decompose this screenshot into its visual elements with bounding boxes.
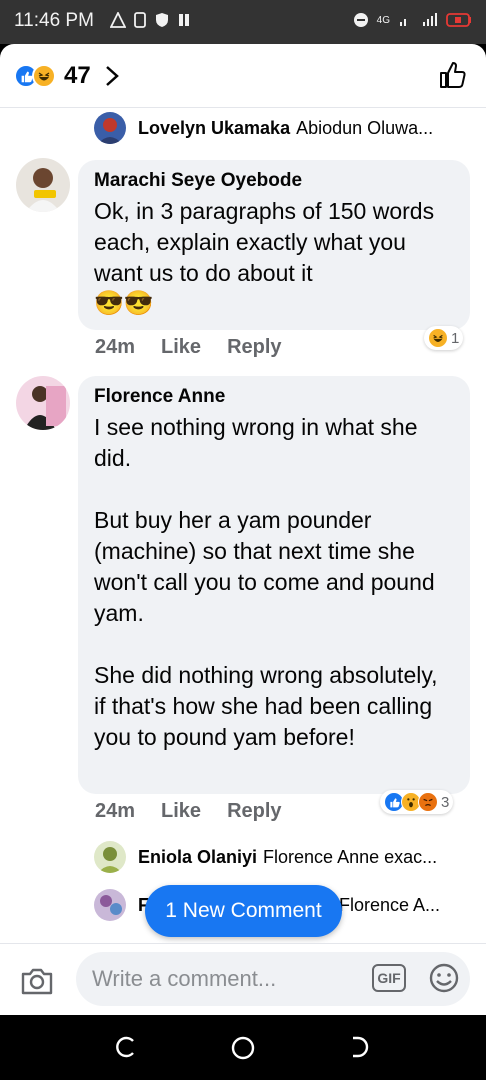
navigation-bar [0,1015,486,1080]
reply-author[interactable]: Lovelyn Ukamaka [138,118,290,139]
status-system-icons: 4G [353,12,472,28]
reply-snippet: Florence A... [339,894,441,915]
chevron-right-icon [105,66,119,86]
comments-sheet: 47 Lovelyn Ukamaka Abiodun Oluwa... Mara… [0,44,486,1015]
reply-button[interactable]: Reply [227,800,281,823]
avatar[interactable] [94,889,126,921]
emoji-icon[interactable] [428,962,460,994]
warning-icon [110,12,126,28]
reply-snippet: Abiodun Oluwa... [296,117,434,138]
reaction-count: 1 [451,329,460,347]
battery-low-icon [446,13,471,27]
haha-reaction-icon [32,64,56,88]
comment-reactions[interactable]: 3 [380,790,454,814]
reaction-summary[interactable]: 47 [14,62,119,90]
comment-emoji: 😎😎 [94,290,154,317]
like-button[interactable]: Like [161,800,201,823]
new-comment-button[interactable]: 1 New Comment [145,885,342,937]
comment-actions: 24m Like Reply [95,336,282,359]
shield-icon [156,13,168,27]
angry-reaction-icon [418,792,438,812]
status-notification-icons [110,12,192,28]
status-bar: 11:46 PM 4G [0,0,486,44]
status-time: 11:46 PM [14,10,94,31]
home-icon[interactable] [230,1035,256,1061]
comment-text: I see nothing wrong in what she did. But… [94,414,438,750]
reactions-header: 47 [0,44,486,108]
reaction-count: 47 [64,62,91,89]
reply-preview[interactable]: Eniola Olaniyi Florence Anne exac... [94,841,437,873]
avatar[interactable] [16,158,70,212]
comment-input[interactable]: Write a comment... GIF [76,952,470,1006]
like-button[interactable]: Like [161,336,201,359]
reply-button[interactable]: Reply [227,336,281,359]
sim-icon [134,12,146,28]
reply-author[interactable]: Eniola Olaniyi [138,847,257,868]
avatar[interactable] [16,376,70,430]
camera-icon[interactable] [20,966,54,996]
comment-composer: Write a comment... GIF [0,943,486,1015]
reply-snippet: Florence Anne exac... [263,846,438,867]
thumbs-up-outline-icon[interactable] [438,60,468,90]
comment-text: Ok, in 3 paragraphs of 150 words each, e… [94,198,435,286]
gif-button[interactable]: GIF [372,964,406,992]
comment-placeholder: Write a comment... [92,966,277,991]
pause-icon [179,14,189,26]
back-icon[interactable] [348,1035,372,1059]
comment-timestamp: 24m [95,800,136,822]
comment-bubble: Marachi Seye Oyebode Ok, in 3 paragraphs… [78,160,470,330]
avatar[interactable] [94,112,126,144]
reaction-count: 3 [441,793,450,811]
recents-icon[interactable] [114,1035,138,1059]
avatar[interactable] [94,841,126,873]
comment-bubble: Florence Anne I see nothing wrong in wha… [78,376,470,794]
dnd-icon [353,13,368,27]
haha-reaction-icon [428,328,448,348]
wifi-icon [400,19,406,26]
comment-timestamp: 24m [95,336,136,358]
comment-author[interactable]: Marachi Seye Oyebode [94,170,454,192]
reply-preview[interactable]: Lovelyn Ukamaka Abiodun Oluwa... [94,112,433,144]
comment-reactions[interactable]: 1 [424,326,464,350]
signal-icon [423,13,437,26]
comment-actions: 24m Like Reply [95,800,282,823]
network-label: 4G [376,14,390,26]
comment-author[interactable]: Florence Anne [94,386,454,408]
